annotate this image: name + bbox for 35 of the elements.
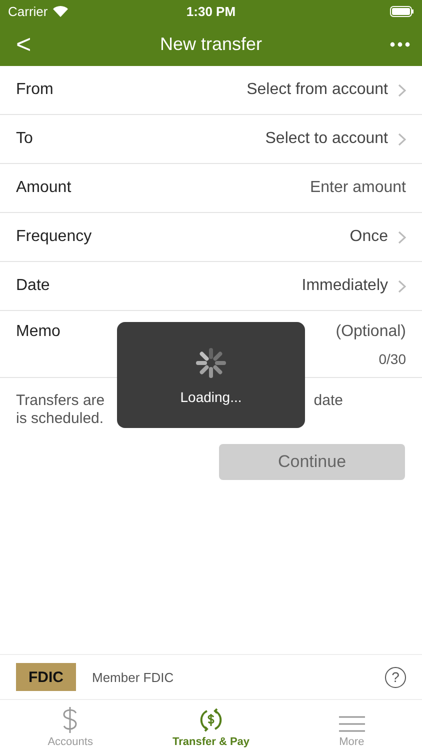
- spinner-icon: [193, 345, 229, 381]
- loading-text: Loading...: [180, 389, 242, 405]
- screen-title: New transfer: [158, 34, 264, 54]
- field-label: To: [16, 130, 33, 148]
- chevron-icon: [398, 84, 406, 96]
- character-counter: 0/30: [378, 351, 406, 367]
- field-label: From: [16, 81, 54, 99]
- back-button[interactable]: <: [12, 31, 72, 57]
- info-text: Transfers are: [16, 392, 105, 410]
- more-icon: [390, 42, 410, 46]
- wifi-icon: [52, 6, 68, 16]
- dollar-icon: [61, 707, 80, 733]
- help-button[interactable]: ?: [385, 666, 406, 688]
- info-text: is scheduled.: [16, 410, 104, 428]
- carrier-label: Carrier: [8, 4, 48, 18]
- tab-bar-item[interactable]: Transfer & Pay: [140, 700, 282, 750]
- chevron-icon: [398, 132, 406, 146]
- footer-text: Member FDIC: [92, 670, 174, 684]
- chevron-icon: [398, 230, 406, 244]
- amount-field[interactable]: Enter amount: [206, 179, 406, 197]
- fdic-logo: FDIC: [16, 663, 76, 691]
- select-field[interactable]: Select from account: [246, 81, 406, 99]
- field-label: Amount: [16, 179, 72, 197]
- select-field[interactable]: Immediately: [302, 277, 406, 295]
- transfer-icon: [198, 707, 224, 733]
- status-time: 1:30 PM: [185, 4, 237, 18]
- field-label: Frequency: [16, 228, 92, 246]
- field-label: Date: [16, 277, 50, 295]
- field-label: Memo: [16, 323, 60, 341]
- select-field[interactable]: Select to account: [265, 130, 406, 148]
- battery-icon: [390, 6, 414, 16]
- select-field[interactable]: Once: [350, 228, 406, 246]
- menu-icon: [338, 715, 365, 733]
- info-text: date: [314, 392, 343, 410]
- chevron-icon: [398, 280, 406, 292]
